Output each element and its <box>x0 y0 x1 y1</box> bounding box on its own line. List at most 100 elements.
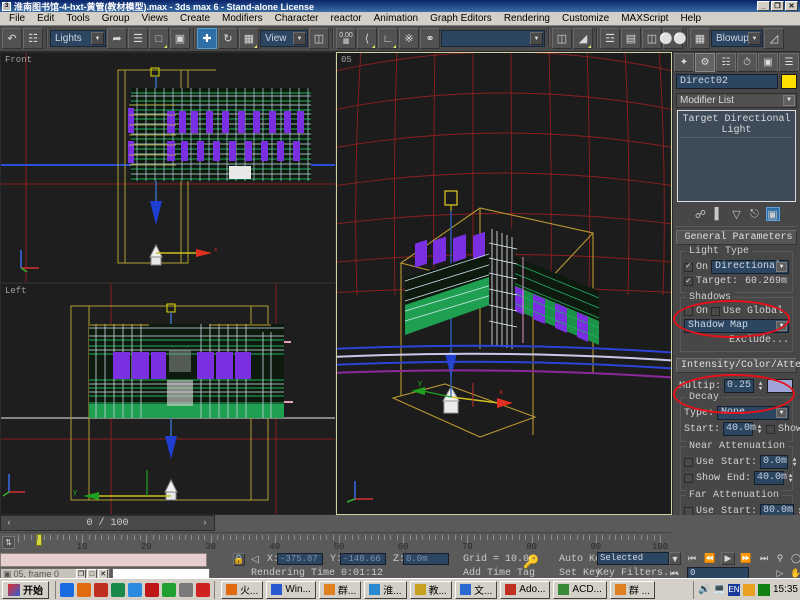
select-and-uniform-scale-icon[interactable]: ▦ <box>239 28 259 49</box>
utilities-tab-icon[interactable]: ☰ <box>779 53 799 72</box>
select-by-name-icon[interactable]: ☰ <box>128 28 148 49</box>
make-unique-icon[interactable]: ▽ <box>730 207 744 221</box>
stack-item-base-object[interactable]: Target Directional Light <box>680 113 793 138</box>
3dsmax-icon[interactable] <box>179 583 193 597</box>
menu-item-create[interactable]: Create <box>174 12 216 25</box>
taskbar-task-6[interactable]: Ado... <box>500 581 550 599</box>
taskbar-task-2[interactable]: 群... <box>319 581 361 599</box>
curve-editor-icon[interactable]: ▤ <box>621 28 641 49</box>
next-frame-icon[interactable]: ⏩ <box>739 552 753 565</box>
create-tab-icon[interactable]: ✦ <box>674 53 694 72</box>
show-end-result-icon[interactable]: ▌ <box>712 207 726 221</box>
taskbar-task-5[interactable]: 文... <box>455 581 497 599</box>
frame-indicator[interactable]: 0 / 100 <box>0 515 215 531</box>
chevron-down-icon[interactable]: ▼ <box>530 32 543 45</box>
shamrock-icon[interactable] <box>162 583 176 597</box>
decay-type-combo[interactable]: None ▼ <box>717 406 789 420</box>
target-checkbox[interactable] <box>684 277 693 286</box>
object-name-input[interactable]: Direct02 <box>676 74 778 89</box>
spinner-snap-toggle-icon[interactable]: ※ <box>399 28 419 49</box>
pin-stack-icon[interactable]: ☍ <box>694 207 708 221</box>
viewport-camera[interactable]: 05 <box>336 52 672 515</box>
rollout-intensity-header[interactable]: Intensity/Color/Attenuation <box>676 358 797 373</box>
use-global-checkbox[interactable] <box>711 307 720 316</box>
decay-start-spinner-arrows[interactable]: ▲▼ <box>756 422 763 436</box>
menu-item-maxscript[interactable]: MAXScript <box>615 12 674 25</box>
near-end-spinner-arrows[interactable]: ▲▼ <box>787 471 794 485</box>
media-icon[interactable] <box>94 583 108 597</box>
ime-icon[interactable]: EN <box>728 584 740 596</box>
track-bar[interactable]: ⇅ 102030405060708090100 <box>0 532 672 552</box>
network-icon[interactable]: 💻 <box>713 584 725 596</box>
menu-item-character[interactable]: Character <box>269 12 325 25</box>
selection-filter-combo[interactable]: Lights ▼ <box>50 30 106 47</box>
update-icon[interactable] <box>743 584 755 596</box>
motion-tab-icon[interactable]: ⏱ <box>737 53 757 72</box>
menu-item-views[interactable]: Views <box>136 12 175 25</box>
close-button[interactable]: ✕ <box>785 1 798 11</box>
quick-render-icon[interactable]: ◿ <box>764 28 784 49</box>
align-icon[interactable]: ◢ <box>573 28 593 49</box>
exclude-button[interactable]: Exclude... <box>729 335 789 346</box>
multiplier-spinner-arrows[interactable]: ▲▼ <box>757 379 764 393</box>
selection-set-combo[interactable]: Selected <box>597 552 669 565</box>
named-selection-sets-combo[interactable]: ▼ <box>441 30 545 47</box>
open-mini-curve-editor-icon[interactable]: ⇅ <box>2 536 15 549</box>
absolute-relative-transform-icon[interactable]: ◁ <box>251 554 259 566</box>
viewport-left[interactable]: Left <box>0 283 336 515</box>
reference-coordinate-system-combo[interactable]: View ▼ <box>260 30 308 47</box>
light-color-swatch[interactable] <box>767 379 793 393</box>
modify-tab-icon[interactable]: ⚙ <box>695 53 715 72</box>
go-to-end-icon[interactable]: ⏭ <box>757 552 771 565</box>
decay-start-spinner[interactable]: 40.0m <box>723 422 753 436</box>
render-scene-icon[interactable]: ▦ <box>690 28 710 49</box>
modifier-list-combo[interactable]: Modifier List ▼ <box>676 93 797 108</box>
rollout-general-header[interactable]: General Parameters <box>676 230 797 245</box>
select-object-icon[interactable]: ➦ <box>107 28 127 49</box>
taskbar-task-7[interactable]: ACD... <box>553 581 606 599</box>
outlook-icon[interactable] <box>77 583 91 597</box>
hierarchy-tab-icon[interactable]: ☷ <box>716 53 736 72</box>
chevron-down-icon[interactable]: ▼ <box>783 95 795 106</box>
excel-icon[interactable] <box>111 583 125 597</box>
shadow-on-checkbox[interactable] <box>684 307 693 316</box>
far-use-checkbox[interactable] <box>684 507 693 516</box>
menu-item-modifiers[interactable]: Modifiers <box>216 12 269 25</box>
maximize-button[interactable]: ❐ <box>771 1 784 11</box>
taskbar-task-1[interactable]: Win... <box>266 581 316 599</box>
near-show-checkbox[interactable] <box>684 474 693 483</box>
menu-item-edit[interactable]: Edit <box>31 12 60 25</box>
taskbar-task-0[interactable]: 火... <box>221 581 263 599</box>
selection-lock-icon[interactable]: 🔒 <box>233 553 245 566</box>
near-use-checkbox[interactable] <box>684 458 693 467</box>
menu-item-animation[interactable]: Animation <box>368 12 424 25</box>
ie-icon[interactable] <box>60 583 74 597</box>
menu-item-reactor[interactable]: reactor <box>325 12 368 25</box>
undo-icon[interactable]: ↶ <box>2 28 22 49</box>
taskbar-task-3[interactable]: 淮... <box>364 581 406 599</box>
taskbar-task-8[interactable]: 群 ... <box>610 581 655 599</box>
previous-frame-icon[interactable]: ⏪ <box>703 552 717 565</box>
chevron-down-icon[interactable]: ▼ <box>91 32 104 45</box>
far-start-spinner[interactable]: 80.0m <box>760 504 794 515</box>
minimize-button[interactable]: _ <box>757 1 770 11</box>
taskbar-task-4[interactable]: 教... <box>410 581 452 599</box>
zoom-all-icon[interactable]: ◯ <box>789 552 800 565</box>
chevron-down-icon[interactable]: ▼ <box>293 32 306 45</box>
volume-icon[interactable]: 🔊 <box>698 584 710 596</box>
zoom-icon[interactable]: ⚲ <box>773 552 787 565</box>
viewport-front[interactable]: Front <box>0 52 336 283</box>
menu-item-rendering[interactable]: Rendering <box>498 12 556 25</box>
folder-icon[interactable] <box>128 583 142 597</box>
x-coordinate-field[interactable]: -375.87 <box>277 553 323 565</box>
material-editor-icon[interactable]: ⚪⚪ <box>663 28 683 49</box>
light-on-checkbox[interactable] <box>684 263 693 272</box>
start-button[interactable]: 开始 <box>2 581 49 599</box>
chevron-down-icon[interactable]: ▼ <box>776 408 787 418</box>
select-and-link-icon[interactable]: ☷ <box>23 28 43 49</box>
rectangular-selection-region-icon[interactable]: □ <box>149 28 169 49</box>
configure-modifier-sets-icon[interactable]: ▣ <box>766 207 780 221</box>
decay-show-checkbox[interactable] <box>766 425 775 434</box>
go-to-start-icon[interactable]: ⏮ <box>685 552 699 565</box>
menu-item-graph-editors[interactable]: Graph Editors <box>424 12 498 25</box>
